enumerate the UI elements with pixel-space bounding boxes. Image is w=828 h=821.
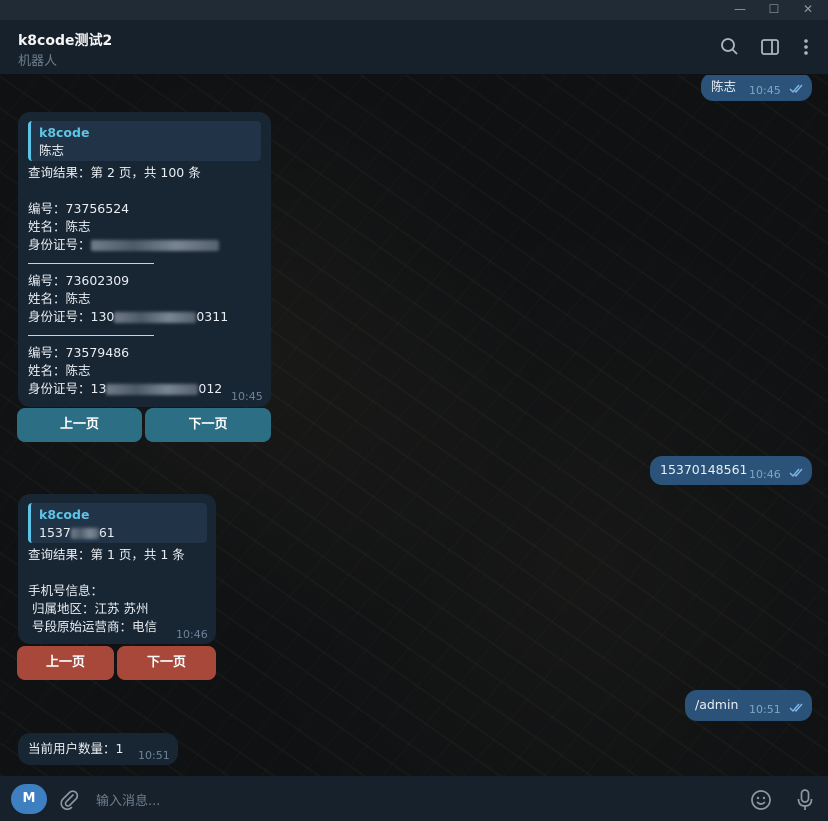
incoming-message[interactable]: 当前用户数量：1 10:51 xyxy=(18,733,178,765)
outgoing-message[interactable]: 陈志 10:45 xyxy=(701,75,812,101)
emoji-icon[interactable] xyxy=(749,788,773,812)
chat-header: k8code测试2 机器人 xyxy=(0,20,828,75)
next-page-button[interactable]: 下一页 xyxy=(117,646,216,680)
record-name: 姓名：陈志 xyxy=(28,291,91,306)
record-id: 编号：73602309 xyxy=(28,273,130,288)
read-checks-icon xyxy=(789,468,803,478)
message-text: /admin xyxy=(695,697,739,712)
redacted-text xyxy=(70,528,99,539)
message-time: 10:45 xyxy=(749,84,781,97)
message-time: 10:51 xyxy=(749,703,781,716)
search-icon[interactable] xyxy=(719,36,741,58)
chat-title[interactable]: k8code测试2 xyxy=(18,30,112,50)
read-checks-icon xyxy=(789,703,803,713)
read-checks-icon xyxy=(789,84,803,94)
reply-text: 陈志 xyxy=(39,143,65,158)
redacted-text xyxy=(90,240,219,251)
message-text: 15370148561 xyxy=(660,462,748,477)
maximize-button[interactable]: ☐ xyxy=(760,0,788,20)
divider xyxy=(28,335,154,336)
reply-author: k8code xyxy=(39,507,90,522)
incoming-message[interactable]: k8code 1537 61 查询结果：第 1 页，共 1 条 手机号信息： 归属… xyxy=(18,494,216,644)
result-summary: 查询结果：第 2 页，共 100 条 xyxy=(28,165,201,180)
redacted-text xyxy=(106,384,199,395)
close-button[interactable]: ✕ xyxy=(794,0,822,20)
reply-quote[interactable]: k8code 陈志 xyxy=(28,121,261,161)
divider xyxy=(28,263,154,264)
incoming-message[interactable]: k8code 陈志 查询结果：第 2 页，共 100 条 编号：73756524… xyxy=(18,112,271,407)
reply-text: 1537 61 xyxy=(39,525,115,540)
record-idcard: 身份证号：13 012 xyxy=(28,381,223,396)
record-idcard: 身份证号： xyxy=(28,236,219,254)
minimize-button[interactable]: — xyxy=(726,0,754,20)
message-time: 10:46 xyxy=(749,468,781,481)
message-time: 10:45 xyxy=(231,390,263,403)
message-input[interactable]: 输入消息... xyxy=(96,790,160,809)
microphone-icon[interactable] xyxy=(793,787,817,813)
message-text: 陈志 xyxy=(711,79,737,94)
record-id: 编号：73579486 xyxy=(28,345,130,360)
phone-region: 归属地区：江苏 苏州 xyxy=(28,601,149,616)
reply-author: k8code xyxy=(39,125,90,140)
outgoing-message[interactable]: /admin 10:51 xyxy=(685,690,812,721)
window-titlebar: — ☐ ✕ xyxy=(0,0,828,20)
reply-quote[interactable]: k8code 1537 61 xyxy=(28,503,207,543)
chat-area[interactable]: 陈志 10:45 k8code 陈志 查询结果：第 2 页，共 100 条 编号… xyxy=(0,75,828,776)
prev-page-button[interactable]: 上一页 xyxy=(17,408,142,442)
record-name: 姓名：陈志 xyxy=(28,363,91,378)
message-composer: M 输入消息... xyxy=(0,776,828,821)
next-page-button[interactable]: 下一页 xyxy=(145,408,271,442)
attach-icon[interactable] xyxy=(58,788,80,810)
chat-subtitle: 机器人 xyxy=(18,54,58,69)
sidebar-toggle-icon[interactable] xyxy=(759,36,781,58)
message-time: 10:51 xyxy=(138,749,170,762)
phone-info-label: 手机号信息： xyxy=(28,583,104,598)
message-text: 当前用户数量：1 xyxy=(28,741,124,756)
record-id: 编号：73756524 xyxy=(28,201,130,216)
redacted-text xyxy=(114,312,197,323)
record-idcard: 身份证号：130 0311 xyxy=(28,309,229,324)
outgoing-message[interactable]: 15370148561 10:46 xyxy=(650,456,812,485)
result-summary: 查询结果：第 1 页，共 1 条 xyxy=(28,547,185,562)
phone-carrier: 号段原始运营商：电信 xyxy=(28,619,157,634)
record-name: 姓名：陈志 xyxy=(28,219,91,234)
message-time: 10:46 xyxy=(176,628,208,641)
more-options-icon[interactable] xyxy=(795,36,817,58)
bot-menu-avatar[interactable]: M xyxy=(11,784,47,814)
prev-page-button[interactable]: 上一页 xyxy=(17,646,114,680)
